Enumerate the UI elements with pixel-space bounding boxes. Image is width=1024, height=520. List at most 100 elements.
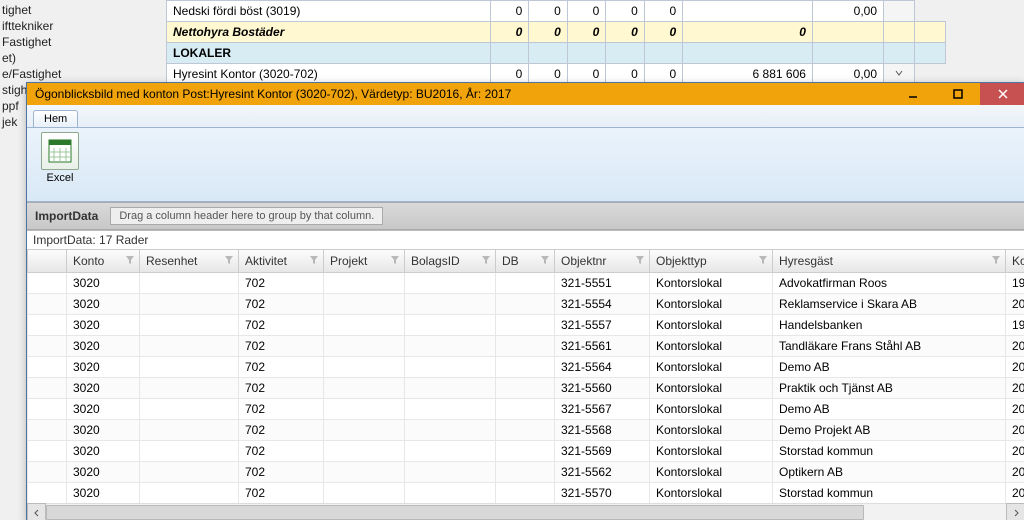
column-header[interactable]: Objektnr <box>555 250 650 273</box>
cell-resenhet[interactable] <box>140 336 239 357</box>
bg-cell[interactable] <box>812 22 883 43</box>
cell-projekt[interactable] <box>324 462 405 483</box>
cell-konto[interactable]: 3020 <box>67 273 140 294</box>
cell-aktivitet[interactable]: 702 <box>239 273 324 294</box>
cell-projekt[interactable] <box>324 420 405 441</box>
row-selector[interactable] <box>28 462 67 483</box>
bg-row-label[interactable]: Nettohyra Bostäder <box>167 22 491 43</box>
cell-konto[interactable]: 3020 <box>67 441 140 462</box>
table-row[interactable]: 3020702321-5560KontorslokalPraktik och T… <box>28 378 1024 399</box>
column-header[interactable]: Resenhet <box>140 250 239 273</box>
cell-projekt[interactable] <box>324 336 405 357</box>
cell-hyresgast[interactable]: Reklamservice i Skara AB <box>773 294 1006 315</box>
cell-aktivitet[interactable]: 702 <box>239 420 324 441</box>
filter-icon[interactable] <box>635 254 645 268</box>
cell-bolagsid[interactable] <box>405 420 496 441</box>
cell-projekt[interactable] <box>324 315 405 336</box>
cell-db[interactable] <box>496 336 555 357</box>
cell-aktivitet[interactable]: 702 <box>239 378 324 399</box>
bg-cell[interactable] <box>490 43 528 64</box>
bg-cell[interactable] <box>884 43 915 64</box>
window-minimize-button[interactable] <box>890 83 935 105</box>
cell-bolagsid[interactable] <box>405 294 496 315</box>
table-row[interactable]: 3020702321-5554KontorslokalReklamservice… <box>28 294 1024 315</box>
bg-cell[interactable]: 0 <box>529 1 567 22</box>
cell-projekt[interactable] <box>324 357 405 378</box>
filter-icon[interactable] <box>224 254 234 268</box>
cell-objekttyp[interactable]: Kontorslokal <box>650 336 773 357</box>
cell-konto[interactable]: 3020 <box>67 336 140 357</box>
bg-cell[interactable] <box>606 43 644 64</box>
scrollbar-thumb[interactable] <box>46 505 864 520</box>
column-header[interactable]: Projekt <box>324 250 405 273</box>
row-selector[interactable] <box>28 441 67 462</box>
group-by-bar[interactable]: ImportData Drag a column header here to … <box>27 202 1024 230</box>
cell-resenhet[interactable] <box>140 315 239 336</box>
bg-cell[interactable] <box>683 43 813 64</box>
cell-hyresgast[interactable]: Praktik och Tjänst AB <box>773 378 1006 399</box>
cell-hyresgast[interactable]: Demo AB <box>773 399 1006 420</box>
filter-icon[interactable] <box>390 254 400 268</box>
cell-db[interactable] <box>496 378 555 399</box>
cell-objekttyp[interactable]: Kontorslokal <box>650 378 773 399</box>
cell-bolagsid[interactable] <box>405 462 496 483</box>
cell-resenhet[interactable] <box>140 294 239 315</box>
cell-projekt[interactable] <box>324 441 405 462</box>
cell-bolagsid[interactable] <box>405 378 496 399</box>
cell-db[interactable] <box>496 294 555 315</box>
row-selector[interactable] <box>28 378 67 399</box>
table-row[interactable]: 3020702321-5557KontorslokalHandelsbanken… <box>28 315 1024 336</box>
column-header[interactable]: Kontrakt_from <box>1006 250 1024 273</box>
cell-hyresgast[interactable]: Handelsbanken <box>773 315 1006 336</box>
cell-konto[interactable]: 3020 <box>67 315 140 336</box>
bg-cell[interactable] <box>884 22 915 43</box>
cell-konto[interactable]: 3020 <box>67 378 140 399</box>
row-selector[interactable] <box>28 315 67 336</box>
bg-cell[interactable] <box>683 1 813 22</box>
cell-objekttyp[interactable]: Kontorslokal <box>650 357 773 378</box>
scrollbar-track[interactable] <box>46 503 1006 520</box>
cell-objektnr[interactable]: 321-5561 <box>555 336 650 357</box>
window-maximize-button[interactable] <box>935 83 980 105</box>
cell-db[interactable] <box>496 462 555 483</box>
bg-cell[interactable]: 0 <box>567 1 605 22</box>
table-row[interactable]: 3020702321-5570KontorslokalStorstad komm… <box>28 483 1024 504</box>
cell-resenhet[interactable] <box>140 483 239 504</box>
cell-objektnr[interactable]: 321-5564 <box>555 357 650 378</box>
row-selector[interactable] <box>28 357 67 378</box>
table-row[interactable]: 3020702321-5569KontorslokalStorstad komm… <box>28 441 1024 462</box>
cell-projekt[interactable] <box>324 273 405 294</box>
cell-resenhet[interactable] <box>140 378 239 399</box>
window-titlebar[interactable]: Ögonblicksbild med konton Post:Hyresint … <box>27 83 1024 105</box>
table-row[interactable]: 3020702321-5562KontorslokalOptikern AB20… <box>28 462 1024 483</box>
cell-from[interactable]: 1991-03-01 <box>1006 273 1024 294</box>
cell-objektnr[interactable]: 321-5557 <box>555 315 650 336</box>
table-row[interactable]: 3020702321-5551KontorslokalAdvokatfirman… <box>28 273 1024 294</box>
column-header[interactable]: Konto <box>67 250 140 273</box>
cell-aktivitet[interactable]: 702 <box>239 483 324 504</box>
bg-cell[interactable]: 0,00 <box>812 1 883 22</box>
cell-hyresgast[interactable]: Storstad kommun <box>773 441 1006 462</box>
cell-konto[interactable]: 3020 <box>67 420 140 441</box>
cell-bolagsid[interactable] <box>405 357 496 378</box>
cell-resenhet[interactable] <box>140 441 239 462</box>
cell-resenhet[interactable] <box>140 399 239 420</box>
filter-icon[interactable] <box>481 254 491 268</box>
cell-bolagsid[interactable] <box>405 315 496 336</box>
cell-bolagsid[interactable] <box>405 399 496 420</box>
column-header[interactable]: BolagsID <box>405 250 496 273</box>
cell-konto[interactable]: 3020 <box>67 294 140 315</box>
cell-objektnr[interactable]: 321-5551 <box>555 273 650 294</box>
cell-objekttyp[interactable]: Kontorslokal <box>650 441 773 462</box>
cell-aktivitet[interactable]: 702 <box>239 294 324 315</box>
cell-konto[interactable]: 3020 <box>67 399 140 420</box>
cell-db[interactable] <box>496 420 555 441</box>
cell-aktivitet[interactable]: 702 <box>239 441 324 462</box>
cell-konto[interactable]: 3020 <box>67 462 140 483</box>
cell-resenhet[interactable] <box>140 273 239 294</box>
cell-resenhet[interactable] <box>140 462 239 483</box>
cell-konto[interactable]: 3020 <box>67 357 140 378</box>
cell-objektnr[interactable]: 321-5568 <box>555 420 650 441</box>
cell-bolagsid[interactable] <box>405 336 496 357</box>
bg-row-label[interactable]: Nedski fördi böst (3019) <box>167 1 491 22</box>
